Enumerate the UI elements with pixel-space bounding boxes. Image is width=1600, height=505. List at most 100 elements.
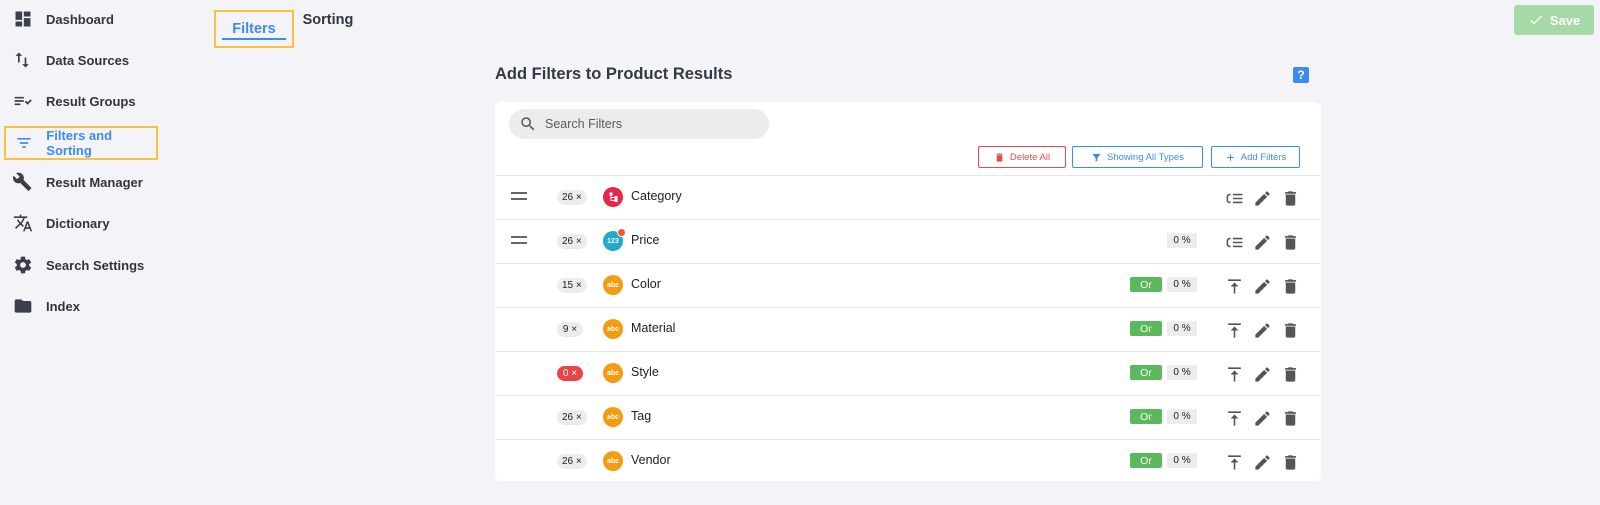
percent-badge: 0 %: [1167, 233, 1197, 248]
filter-name: Color: [631, 277, 661, 291]
usage-count-badge: 26 ×: [557, 454, 587, 469]
filter-row-category: 26 × Category: [495, 175, 1321, 219]
filter-row-style: 0 × abc Style Or 0 %: [495, 351, 1321, 395]
sidebar-item-result-manager[interactable]: Result Manager: [4, 165, 158, 199]
usage-count-badge: 0 ×: [557, 366, 583, 381]
trash-icon[interactable]: [1280, 408, 1300, 428]
usage-count-badge: 9 ×: [557, 322, 583, 337]
funnel-icon: [1092, 153, 1101, 162]
delete-all-button[interactable]: Delete All: [978, 146, 1066, 168]
number-type-icon: 123: [603, 228, 626, 251]
trash-icon[interactable]: [1280, 232, 1300, 252]
logic-or-badge[interactable]: Or: [1130, 453, 1162, 468]
edit-icon[interactable]: [1252, 320, 1272, 340]
edit-icon[interactable]: [1252, 232, 1272, 252]
filter-row-vendor: 26 × abc Vendor Or 0 %: [495, 439, 1321, 483]
sidebar-item-label: Result Groups: [46, 93, 136, 109]
list-check-icon: [4, 91, 42, 111]
text-type-icon: abc: [603, 275, 623, 295]
merge-values-icon[interactable]: [1224, 188, 1244, 208]
sidebar-item-filters-and-sorting[interactable]: Filters and Sorting: [4, 126, 158, 160]
filter-name: Style: [631, 365, 659, 379]
search-input[interactable]: [545, 117, 755, 131]
sidebar-item-label: Data Sources: [46, 52, 130, 68]
percent-badge: 0 %: [1167, 277, 1197, 292]
move-to-top-icon[interactable]: [1224, 276, 1244, 296]
sidebar-item-label: Search Settings: [46, 257, 145, 273]
gear-icon: [4, 255, 42, 275]
sidebar-item-search-settings[interactable]: Search Settings: [4, 248, 158, 282]
percent-badge: 0 %: [1167, 321, 1197, 336]
sidebar-item-label: Dashboard: [46, 11, 114, 27]
filter-lines-icon: [6, 133, 42, 153]
dashboard-icon: [4, 9, 42, 29]
showing-all-types-button[interactable]: Showing All Types: [1072, 146, 1203, 168]
percent-badge: 0 %: [1167, 409, 1197, 424]
filter-row-price: 26 × 123 Price 0 %: [495, 219, 1321, 263]
sidebar-item-result-groups[interactable]: Result Groups: [4, 84, 158, 118]
text-type-icon: abc: [603, 319, 623, 339]
move-to-top-icon[interactable]: [1224, 452, 1244, 472]
sidebar-item-label: Filters and Sorting: [46, 128, 113, 158]
edit-icon[interactable]: [1252, 276, 1272, 296]
sidebar-item-dashboard[interactable]: Dashboard: [4, 2, 158, 36]
usage-count-badge: 15 ×: [557, 278, 587, 293]
trash-icon[interactable]: [1280, 452, 1300, 472]
usage-count-badge: 26 ×: [557, 190, 587, 205]
logic-or-badge[interactable]: Or: [1130, 409, 1162, 424]
move-to-top-icon[interactable]: [1224, 320, 1244, 340]
plus-icon: [1227, 153, 1234, 161]
sidebar-item-label: Index: [46, 298, 80, 314]
text-type-icon: abc: [603, 451, 623, 471]
edit-icon[interactable]: [1252, 408, 1272, 428]
logic-or-badge[interactable]: Or: [1130, 277, 1162, 292]
percent-badge: 0 %: [1167, 365, 1197, 380]
edit-icon[interactable]: [1252, 452, 1272, 472]
merge-values-icon[interactable]: [1224, 232, 1244, 252]
filters-card: Delete All Showing All Types Add Filters…: [495, 102, 1321, 481]
add-filters-button[interactable]: Add Filters: [1211, 146, 1300, 168]
sidebar-item-label: Result Manager: [46, 174, 143, 190]
usage-count-badge: 26 ×: [557, 234, 587, 249]
showing-all-types-label: Showing All Types: [1107, 151, 1184, 163]
move-to-top-icon[interactable]: [1224, 364, 1244, 384]
page-title: Add Filters to Product Results: [495, 65, 733, 83]
tools-icon: [4, 172, 42, 192]
filter-name: Vendor: [631, 453, 671, 467]
help-icon[interactable]: ?: [1293, 67, 1309, 83]
sidebar-item-dictionary[interactable]: Dictionary: [4, 206, 158, 240]
logic-or-badge[interactable]: Or: [1130, 365, 1162, 380]
move-to-top-icon[interactable]: [1224, 408, 1244, 428]
search-box[interactable]: [509, 109, 769, 139]
trash-icon[interactable]: [1280, 188, 1300, 208]
sidebar-item-data-sources[interactable]: Data Sources: [4, 43, 158, 77]
filter-name: Price: [631, 233, 660, 247]
logic-or-badge[interactable]: Or: [1130, 321, 1162, 336]
filter-row-material: 9 × abc Material Or 0 %: [495, 307, 1321, 351]
add-filters-label: Add Filters: [1240, 151, 1287, 163]
sidebar-item-index[interactable]: Index: [4, 289, 158, 323]
tab-sorting[interactable]: Sorting: [300, 0, 356, 40]
text-type-icon: abc: [603, 407, 623, 427]
trash-icon[interactable]: [1280, 320, 1300, 340]
text-type-icon: abc: [603, 363, 623, 383]
sidebar: Dashboard Data Sources Result Groups Fil…: [0, 0, 200, 505]
trash-icon[interactable]: [1280, 364, 1300, 384]
filter-name: Material: [631, 321, 676, 335]
filter-name: Category: [631, 189, 682, 203]
tab-filters[interactable]: Filters: [214, 10, 294, 48]
translate-icon: [4, 213, 42, 233]
drag-handle-icon[interactable]: [511, 236, 527, 246]
drag-handle-icon[interactable]: [511, 192, 527, 202]
save-button-label: Save: [1549, 12, 1581, 28]
arrows-up-down-icon: [4, 50, 42, 70]
trash-icon[interactable]: [1280, 276, 1300, 296]
check-icon: [1530, 15, 1542, 25]
filter-name: Tag: [631, 409, 652, 423]
edit-icon[interactable]: [1252, 364, 1272, 384]
filter-row-color: 15 × abc Color Or 0 %: [495, 263, 1321, 307]
trash-icon: [996, 152, 1003, 162]
edit-icon[interactable]: [1252, 188, 1272, 208]
folder-icon: [4, 296, 42, 316]
save-button[interactable]: Save: [1514, 5, 1594, 35]
